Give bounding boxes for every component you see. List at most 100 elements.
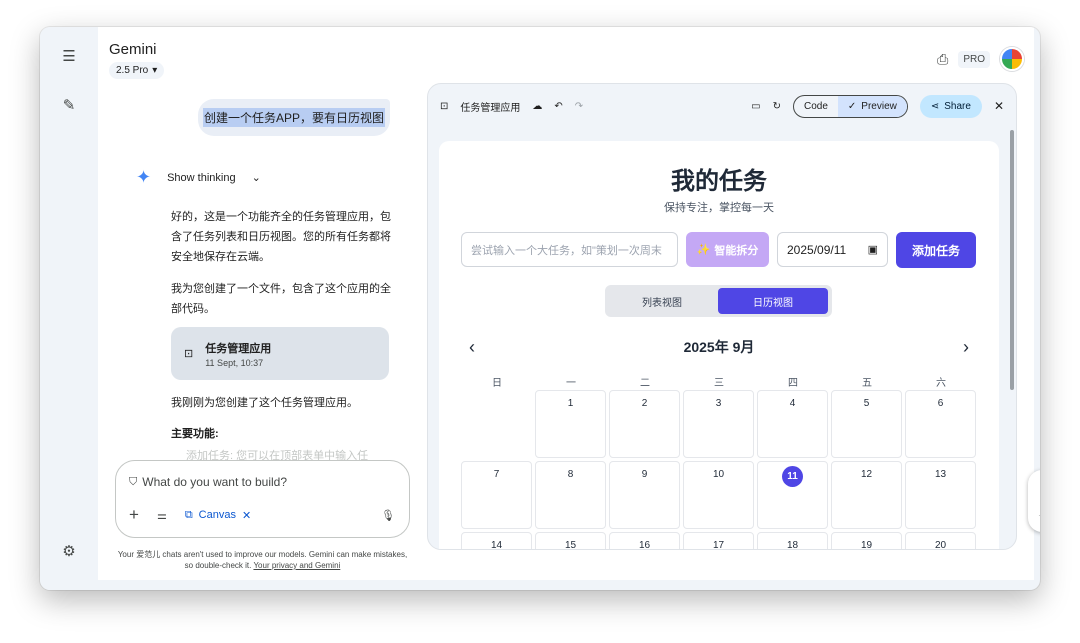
privacy-link[interactable]: Your privacy and Gemini — [253, 561, 340, 570]
calendar-day[interactable]: 10 — [683, 461, 754, 529]
calendar-day[interactable]: 3 — [683, 390, 754, 458]
menu-icon[interactable]: ☰ — [60, 47, 78, 65]
code-file-icon: ⊡ — [184, 348, 194, 360]
add-task-button[interactable]: 添加任务 — [896, 232, 976, 268]
prompt-placeholder: What do you want to build? — [142, 475, 288, 489]
disclaimer: Your 爱范儿 chats aren't used to improve ou… — [115, 549, 410, 571]
close-icon[interactable]: ✕ — [994, 99, 1004, 113]
calendar-day[interactable]: 20 — [905, 532, 976, 550]
calendar-day[interactable]: 18 — [757, 532, 828, 550]
calendar-day[interactable]: 6 — [905, 390, 976, 458]
prev-month-icon[interactable]: ‹ — [469, 337, 475, 358]
day-number: 15 — [564, 540, 577, 550]
code-file-icon: ⊡ — [440, 100, 449, 112]
tab-calendar-view[interactable]: 日历视图 — [718, 288, 828, 314]
print-icon[interactable]: ⎙ — [937, 51, 948, 68]
date-value: 2025/09/11 — [787, 242, 847, 257]
share-icon: ⋖ — [930, 100, 940, 112]
features-heading: 主要功能: — [171, 428, 219, 440]
weekday-header: 三 — [714, 378, 724, 389]
tab-list-view[interactable]: 列表视图 — [608, 288, 716, 314]
day-number: 20 — [934, 540, 947, 550]
file-card-timestamp: 11 Sept, 10:37 — [205, 357, 264, 368]
console-icon[interactable]: ▭ — [751, 101, 760, 112]
ai-split-button[interactable]: ✨ 智能拆分 — [686, 232, 769, 267]
weekday-header: 四 — [788, 378, 798, 389]
weekday-header: 五 — [862, 378, 872, 389]
day-number: 1 — [567, 398, 574, 409]
side-rail: ☰ ✎ ⚙ — [40, 27, 98, 590]
chevron-down-icon: ⌄ — [251, 172, 261, 184]
mic-icon[interactable]: 🎙 — [381, 509, 395, 522]
calendar-day[interactable]: 16 — [609, 532, 680, 549]
new-chat-icon[interactable]: ✎ — [60, 96, 78, 114]
ai-split-label: 智能拆分 — [714, 244, 759, 257]
show-thinking-toggle[interactable]: ✦ Show thinking ⌄ — [136, 167, 261, 188]
avatar[interactable] — [1000, 47, 1024, 71]
model-label: 2.5 Pro — [116, 65, 149, 76]
file-card-title: 任务管理应用 — [205, 342, 272, 355]
sparkle-icon: ✨ — [696, 244, 711, 256]
day-number: 6 — [937, 398, 944, 409]
canvas-icon: ⧉ — [184, 508, 193, 521]
file-card[interactable]: ⊡ 任务管理应用 11 Sept, 10:37 — [171, 327, 389, 380]
settings-icon[interactable]: ⚙ — [60, 542, 78, 560]
task-input[interactable]: 尝试输入一个大任务，如"策划一次周末 — [461, 232, 678, 267]
calendar-day[interactable]: 9 — [609, 461, 680, 529]
share-button[interactable]: ⋖ Share — [919, 94, 982, 118]
calendar-day[interactable]: 15 — [535, 532, 606, 550]
prompt-input[interactable]: ⛉ What do you want to build? + ⚌ ⧉ Canva… — [115, 460, 410, 538]
month-navigation: ‹ 2025年 9月 › — [469, 337, 969, 357]
calendar-day[interactable]: 4 — [757, 390, 828, 458]
calendar-day[interactable]: 11 — [757, 461, 828, 529]
tools-icon[interactable]: ⚌ — [157, 509, 167, 522]
calendar-day[interactable]: 19 — [831, 532, 902, 549]
canvas-title: 任务管理应用 — [460, 102, 521, 114]
day-number: 3 — [715, 398, 722, 409]
day-number: 12 — [860, 469, 873, 480]
user-message-text: 创建一个任务APP，要有日历视图 — [202, 108, 385, 127]
undo-icon[interactable]: ↶ — [554, 101, 562, 112]
cloud-icon[interactable]: ☁ — [532, 101, 542, 112]
day-number: 11 — [782, 466, 803, 487]
drag-handle-icon[interactable]: ⠿ — [1039, 480, 1040, 491]
calendar-day[interactable]: 2 — [609, 390, 680, 458]
calendar-day[interactable]: 12 — [831, 461, 902, 529]
gemini-spark-icon: ✦ — [136, 167, 152, 187]
canvas-chip[interactable]: ⧉ Canvas ✕ — [185, 509, 251, 522]
close-icon[interactable]: ✕ — [242, 509, 251, 522]
view-tabs: 列表视图 日历视图 — [605, 285, 832, 317]
calendar-day[interactable]: 7 — [461, 461, 532, 529]
calendar-icon[interactable]: ▣ — [868, 243, 878, 256]
calendar-day[interactable]: 1 — [535, 390, 606, 458]
code-tab[interactable]: Code — [794, 96, 838, 117]
model-selector[interactable]: 2.5 Pro ▾ — [109, 62, 165, 79]
day-number: 18 — [786, 540, 799, 550]
date-input[interactable]: 2025/09/11 ▣ — [777, 232, 888, 267]
next-month-icon[interactable]: › — [963, 337, 969, 358]
add-icon[interactable]: + — [129, 505, 139, 525]
day-number: 4 — [789, 398, 796, 409]
preview-tab-label: Preview — [861, 100, 897, 112]
preview-tab[interactable]: ✓ Preview — [837, 95, 907, 117]
task-app-title: 我的任务 — [671, 168, 767, 195]
show-thinking-label: Show thinking — [167, 171, 236, 184]
ai-edit-icon[interactable]: ✦ — [1038, 511, 1040, 522]
app-window: ☰ ✎ ⚙ Gemini 2.5 Pro ▾ ⎙ PRO 创建一个任务APP，要… — [40, 27, 1040, 590]
day-number: 5 — [863, 398, 870, 409]
redo-icon[interactable]: ↷ — [575, 101, 583, 112]
calendar-day[interactable]: 8 — [535, 461, 606, 529]
main-area: Gemini 2.5 Pro ▾ ⎙ PRO 创建一个任务APP，要有日历视图 … — [98, 27, 1040, 580]
top-right-controls: ⎙ PRO — [937, 47, 1024, 71]
brand-title: Gemini — [109, 41, 157, 58]
user-message: 创建一个任务APP，要有日历视图 — [198, 99, 390, 136]
calendar-day[interactable]: 14 — [461, 532, 532, 549]
chevron-down-icon: ▾ — [152, 65, 158, 76]
check-icon: ✓ — [847, 100, 857, 112]
calendar-day[interactable]: 17 — [683, 532, 754, 549]
calendar-day[interactable]: 13 — [905, 461, 976, 529]
pro-badge: PRO — [958, 50, 990, 68]
refresh-icon[interactable]: ↻ — [773, 101, 781, 112]
scrollbar[interactable] — [1010, 130, 1014, 390]
calendar-day[interactable]: 5 — [831, 390, 902, 458]
